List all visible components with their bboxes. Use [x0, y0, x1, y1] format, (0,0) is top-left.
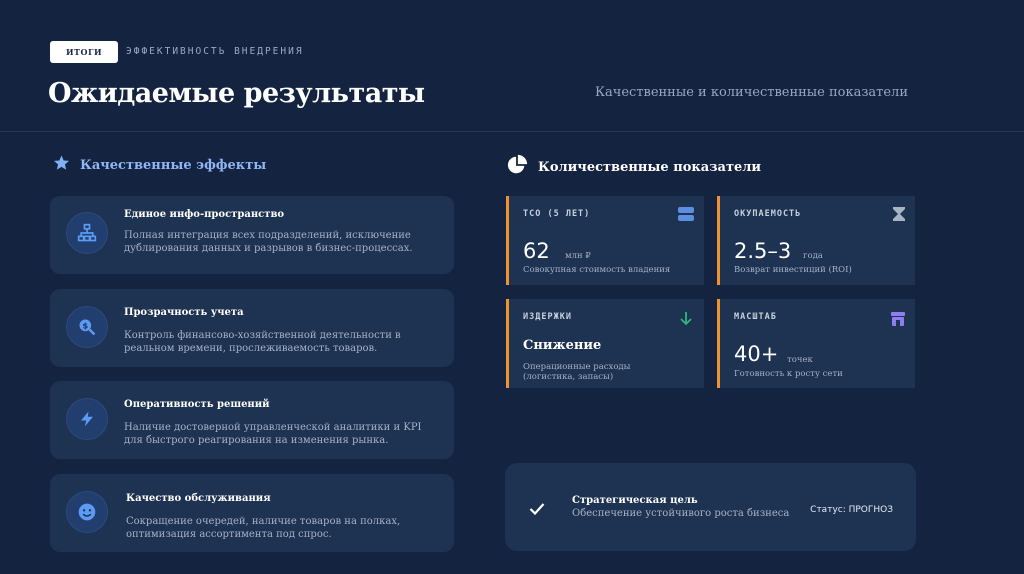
metric-label: ИЗДЕРЖКИ — [523, 312, 572, 322]
qualitative-card-3: Оперативность решений Наличие достоверно… — [50, 381, 454, 459]
metric-value: 2.5–3 — [734, 239, 792, 263]
metric-label: ОКУПАЕМОСТЬ — [734, 209, 802, 219]
metric-value: Снижение — [523, 338, 602, 353]
arrow-down-icon — [680, 311, 692, 330]
card-title: Прозрачность учета — [124, 307, 244, 318]
check-icon — [529, 500, 545, 519]
card-text: Наличие достоверной управленческой анали… — [124, 422, 422, 446]
goal-text: Обеспечение устойчивого роста бизнеса — [572, 508, 790, 519]
star-icon — [52, 154, 71, 176]
metric-payback: ОКУПАЕМОСТЬ 2.5–3 года Возврат инвестици… — [717, 196, 915, 285]
server-icon — [678, 206, 694, 225]
metric-value: 40+ — [734, 342, 779, 366]
hourglass-icon — [893, 206, 905, 225]
status-badge: Статус: ПРОГНОЗ — [810, 505, 893, 515]
metric-label: TCO (5 ЛЕТ) — [523, 209, 591, 219]
search-dollar-icon: $ — [66, 306, 108, 348]
smile-icon — [66, 491, 108, 533]
eyebrow-label: ЭФФЕКТИВНОСТЬ ВНЕДРЕНИЯ — [126, 46, 304, 57]
qualitative-card-2: $ Прозрачность учета Контроль финансово-… — [50, 289, 454, 367]
metric-value: 62 — [523, 239, 550, 263]
store-icon — [891, 311, 905, 330]
metric-unit: года — [803, 251, 823, 261]
card-title: Оперативность решений — [124, 399, 270, 410]
strategic-goal-card: Стратегическая цель Обеспечение устойчив… — [505, 463, 916, 551]
goal-title: Стратегическая цель — [572, 495, 698, 506]
metric-unit: млн ₽ — [565, 251, 591, 261]
metric-scale: МАСШТАБ 40+ точек Готовность к росту сет… — [717, 299, 915, 388]
card-text: Полная интеграция всех подразделений, ис… — [124, 230, 413, 254]
header: ИТОГИ ЭФФЕКТИВНОСТЬ ВНЕДРЕНИЯ Ожидаемые … — [0, 0, 1024, 132]
svg-text:$: $ — [82, 321, 88, 331]
page-subtitle: Качественные и количественные показатели — [594, 85, 908, 100]
qualitative-title-text: Качественные эффекты — [80, 157, 267, 173]
metric-subtext: Готовность к росту сети — [734, 369, 843, 379]
metric-subtext: Операционные расходы (логистика, запасы) — [523, 362, 631, 382]
qualitative-section-title: Качественные эффекты — [52, 154, 266, 176]
metric-subtext: Возврат инвестиций (ROI) — [734, 265, 852, 275]
section-tag: ИТОГИ — [50, 41, 118, 63]
card-title: Единое инфо-пространство — [124, 209, 285, 220]
metric-unit: точек — [787, 355, 813, 365]
qualitative-card-4: Качество обслуживания Сокращение очереде… — [50, 474, 454, 552]
card-text: Сокращение очередей, наличие товаров на … — [126, 516, 401, 540]
metric-costs: ИЗДЕРЖКИ Снижение Операционные расходы (… — [506, 299, 704, 388]
metric-subtext: Совокупная стоимость владения — [523, 265, 671, 275]
card-title: Качество обслуживания — [126, 493, 271, 504]
bolt-icon — [66, 398, 108, 440]
page-title: Ожидаемые результаты — [48, 78, 425, 109]
metric-label: МАСШТАБ — [734, 312, 777, 322]
network-icon — [66, 212, 108, 254]
metric-tco: TCO (5 ЛЕТ) 62 млн ₽ Совокупная стоимост… — [506, 196, 704, 285]
quantitative-title-text: Количественные показатели — [538, 159, 762, 175]
card-text: Контроль финансово-хозяйственной деятель… — [124, 330, 401, 354]
quantitative-section-title: Количественные показатели — [506, 154, 761, 180]
qualitative-card-1: Единое инфо-пространство Полная интеграц… — [50, 196, 454, 274]
pie-chart-icon — [506, 154, 528, 180]
